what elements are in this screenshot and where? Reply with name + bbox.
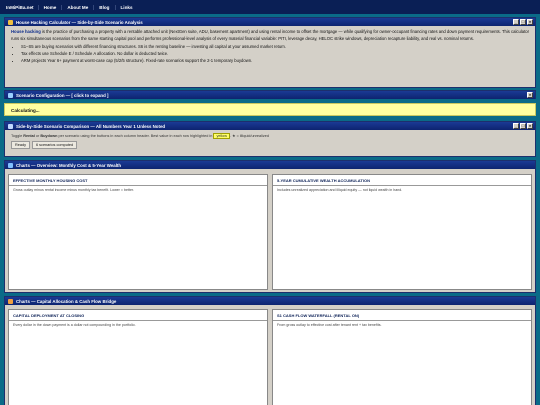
chart-panel-capital-deployment: CAPITAL DEPLOYMENT AT CLOSING Every doll… xyxy=(8,309,268,405)
calculating-status: Calculating... xyxy=(4,103,536,116)
config-close-button[interactable]: × xyxy=(527,92,533,98)
charts-capital-title: Charts — Capital Allocation & Cash Flow … xyxy=(16,298,117,304)
toggle-rental-label: Rental xyxy=(23,134,35,138)
nav-link-about[interactable]: About Me xyxy=(61,4,93,10)
charts-overview-titlebar: Charts — Overview: Monthly Cost & 5-Year… xyxy=(5,161,535,169)
intro-bullet-1: S1–S5 are buying scenarios with differen… xyxy=(21,44,529,51)
compare-status-tabs: Ready 6 scenarios computed xyxy=(5,141,535,151)
chart-panel-title: EFFECTIVE MONTHLY HOUSING COST xyxy=(9,175,267,186)
maximize-button[interactable]: □ xyxy=(520,19,526,25)
config-titlebar[interactable]: Scenario Configuration — [ click to expa… xyxy=(5,91,535,99)
chart-icon xyxy=(8,162,13,168)
toggle-help: Toggle Rental or Buydown per scenario us… xyxy=(11,133,269,139)
compare-maximize-button[interactable]: □ xyxy=(520,123,526,129)
nav-link-links[interactable]: Links xyxy=(114,4,138,10)
compare-minimize-button[interactable]: _ xyxy=(513,123,519,129)
intro-titlebar: House Hacking Calculator — Side-by-Side … xyxy=(5,18,535,26)
intro-title: House Hacking Calculator — Side-by-Side … xyxy=(16,19,143,25)
highlight-legend: yellow xyxy=(213,133,230,139)
intro-bullet-3: ARM projects Year 6+ payment at worst-ca… xyxy=(21,58,529,65)
bridge-icon xyxy=(8,298,13,304)
compare-window: Side-by-Side Scenario Comparison — All N… xyxy=(4,121,536,157)
status-ready[interactable]: Ready xyxy=(11,141,30,149)
toggle-buydown-label: Buydown xyxy=(40,134,58,138)
chart-panel-title: 5-YEAR CUMULATIVE WEALTH ACCUMULATION xyxy=(273,175,531,186)
chart-panel-desc: Every dollar in the down payment is a do… xyxy=(13,323,136,327)
site-brand[interactable]: InMiPiBa.net xyxy=(4,5,38,10)
chart-panel-title: S1 CASH FLOW WATERFALL (RENTAL ON) xyxy=(273,310,531,321)
intro-content: House hacking is the practice of purchas… xyxy=(5,26,535,68)
top-nav: InMiPiBa.net Home About Me Blog Links xyxy=(0,0,540,14)
minimize-button[interactable]: _ xyxy=(513,19,519,25)
intro-paragraph: House hacking is the practice of purchas… xyxy=(11,29,529,42)
chart-panel-monthly-cost: EFFECTIVE MONTHLY HOUSING COST Gross out… xyxy=(8,174,268,290)
compare-close-button[interactable]: × xyxy=(527,123,533,129)
gear-icon xyxy=(8,92,13,98)
config-title[interactable]: Scenario Configuration — [ click to expa… xyxy=(16,93,108,98)
nav-link-blog[interactable]: Blog xyxy=(93,4,114,10)
compare-titlebar: Side-by-Side Scenario Comparison — All N… xyxy=(5,122,535,130)
chart-panel-desc: From gross outlay to effective cost afte… xyxy=(277,323,382,327)
status-scenarios-computed[interactable]: 6 scenarios computed xyxy=(31,141,78,149)
intro-body: is the practice of purchasing a property… xyxy=(11,29,529,41)
config-window[interactable]: Scenario Configuration — [ click to expa… xyxy=(4,90,536,99)
close-button[interactable]: × xyxy=(527,19,533,25)
chart-panel-wealth: 5-YEAR CUMULATIVE WEALTH ACCUMULATION In… xyxy=(272,174,532,290)
chart-panel-waterfall: S1 CASH FLOW WATERFALL (RENTAL ON) From … xyxy=(272,309,532,405)
nav-link-home[interactable]: Home xyxy=(37,4,62,10)
intro-lead: House hacking xyxy=(11,29,41,34)
table-icon xyxy=(8,123,13,129)
house-icon xyxy=(8,19,13,25)
chart-panel-title: CAPITAL DEPLOYMENT AT CLOSING xyxy=(9,310,267,321)
intro-window: House Hacking Calculator — Side-by-Side … xyxy=(4,17,536,88)
intro-bullet-2: Tax effects use Schedule E / Schedule A … xyxy=(21,51,529,58)
chart-panel-desc: Gross outlay minus rental income minus m… xyxy=(13,188,134,192)
chart-panel-desc: Includes unrealized appreciation and ill… xyxy=(277,188,403,192)
charts-capital-titlebar: Charts — Capital Allocation & Cash Flow … xyxy=(5,297,535,305)
charts-overview-title: Charts — Overview: Monthly Cost & 5-Year… xyxy=(16,162,122,168)
intro-bullets: S1–S5 are buying scenarios with differen… xyxy=(11,44,529,65)
compare-title: Side-by-Side Scenario Comparison — All N… xyxy=(16,123,166,129)
